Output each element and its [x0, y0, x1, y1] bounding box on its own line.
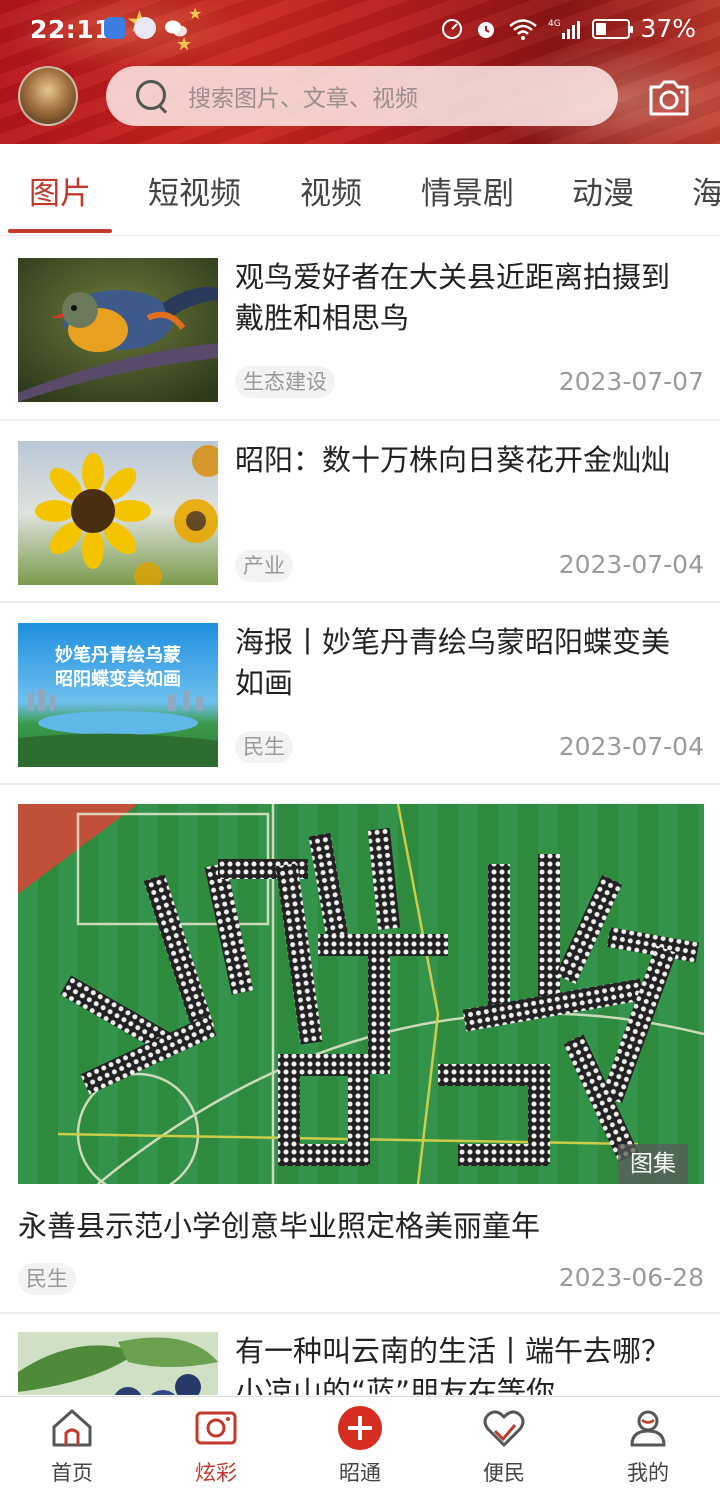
featured-image: 图集	[18, 804, 704, 1184]
article-thumbnail	[18, 1332, 218, 1395]
graduation-formation-photo	[18, 804, 704, 1184]
nav-mine[interactable]: 我的	[598, 1405, 698, 1495]
poster-text-line2: 昭阳蝶变美如画	[55, 668, 181, 690]
tab-animation[interactable]: 动漫	[572, 168, 634, 213]
plus-circle-icon	[338, 1406, 382, 1450]
article-title[interactable]: 观鸟爱好者在大关县近距离拍摄到戴胜和相思鸟	[235, 257, 695, 339]
avatar[interactable]	[18, 66, 78, 126]
battery-icon	[592, 18, 634, 39]
tab-video[interactable]: 视频	[300, 168, 362, 213]
status-right: 4G 37%	[440, 14, 696, 43]
featured-title[interactable]: 永善县示范小学创意毕业照定格美丽童年	[18, 1203, 540, 1245]
camera-frame-icon	[195, 1411, 237, 1445]
nav-gallery[interactable]: 炫彩	[166, 1405, 266, 1495]
search-icon	[134, 78, 170, 114]
tab-sitcom[interactable]: 情景剧	[421, 168, 514, 213]
poster-text-line1: 妙笔丹青绘乌蒙	[55, 644, 181, 666]
featured-date: 2023-06-28	[558, 1263, 704, 1292]
nav-label-mine: 我的	[627, 1461, 669, 1485]
category-tabs: 图片 短视频 视频 情景剧 动漫 海	[0, 144, 720, 236]
home-icon	[52, 1409, 92, 1447]
battery-percent: 37%	[640, 14, 696, 43]
bird-photo	[18, 258, 218, 402]
poster-image: 妙笔丹青绘乌蒙 昭阳蝶变美如画	[18, 623, 218, 767]
article-tag: 生态建设	[235, 366, 335, 398]
heart-hand-icon	[483, 1410, 525, 1447]
article-tag: 产业	[235, 550, 293, 582]
app-badge-icon	[134, 17, 156, 39]
tab-pictures[interactable]: 图片	[29, 168, 91, 213]
list-item[interactable]: 妙笔丹青绘乌蒙 昭阳蝶变美如画 海报丨妙笔丹青绘乌蒙昭阳蝶变美如画 民生 202…	[0, 603, 720, 785]
camera-icon[interactable]	[646, 74, 692, 120]
featured-gallery-item[interactable]: 图集 永善县示范小学创意毕业照定格美丽童年 民生 2023-06-28	[0, 804, 720, 1314]
bottom-navigation: 首页 炫彩 昭通 便民 我的	[0, 1396, 720, 1496]
gallery-badge: 图集	[618, 1144, 688, 1184]
article-date: 2023-07-04	[558, 550, 704, 579]
alarm-icon	[478, 21, 495, 38]
article-thumbnail	[18, 441, 218, 585]
active-tab-indicator	[8, 229, 112, 233]
article-title[interactable]: 昭阳：数十万株向日葵花开金灿灿	[235, 440, 695, 481]
news-feed[interactable]: 观鸟爱好者在大关县近距离拍摄到戴胜和相思鸟 生态建设 2023-07-07 昭阳…	[0, 237, 720, 1395]
article-date: 2023-07-04	[558, 732, 704, 761]
article-thumbnail: 妙笔丹青绘乌蒙 昭阳蝶变美如画	[18, 623, 218, 767]
status-bar: 22:11 4G 37%	[0, 0, 720, 60]
notification-icons	[104, 17, 187, 39]
nav-label-zhaotong: 昭通	[339, 1461, 381, 1485]
status-time: 22:11	[30, 15, 113, 44]
signal-icon: 4G	[548, 19, 581, 39]
search-placeholder: 搜索图片、文章、视频	[188, 86, 418, 112]
blueberry-photo	[18, 1332, 218, 1395]
wechat-icon	[164, 17, 187, 39]
article-thumbnail	[18, 258, 218, 402]
svg-text:4G: 4G	[548, 19, 561, 29]
article-title[interactable]: 海报丨妙笔丹青绘乌蒙昭阳蝶变美如画	[235, 622, 695, 704]
nav-home[interactable]: 首页	[22, 1405, 122, 1495]
article-date: 2023-07-07	[558, 367, 704, 396]
nav-services[interactable]: 便民	[454, 1405, 554, 1495]
speed-icon	[442, 18, 463, 39]
wifi-icon	[509, 18, 538, 40]
nav-zhaotong[interactable]: 昭通	[310, 1405, 410, 1495]
tab-short-video[interactable]: 短视频	[148, 168, 241, 213]
article-title[interactable]: 有一种叫云南的生活丨端午去哪？小凉山的“蓝”朋友在等你	[235, 1331, 695, 1395]
nav-label-home: 首页	[51, 1461, 93, 1485]
featured-tag: 民生	[18, 1263, 76, 1295]
user-icon	[630, 1410, 666, 1447]
list-item[interactable]: 有一种叫云南的生活丨端午去哪？小凉山的“蓝”朋友在等你	[0, 1314, 720, 1395]
search-bar[interactable]: 搜索图片、文章、视频	[106, 66, 618, 126]
list-item[interactable]: 观鸟爱好者在大关县近距离拍摄到戴胜和相思鸟 生态建设 2023-07-07	[0, 237, 720, 421]
header-banner: ★ ★ ★ 22:11 4G 37% 搜索图片、文章、视频	[0, 0, 720, 144]
tab-more-partial[interactable]: 海	[692, 168, 720, 213]
nav-label-gallery: 炫彩	[195, 1461, 237, 1485]
list-item[interactable]: 昭阳：数十万株向日葵花开金灿灿 产业 2023-07-04	[0, 421, 720, 603]
shield-app-icon	[104, 17, 126, 39]
sunflower-photo	[18, 441, 218, 585]
article-tag: 民生	[235, 731, 293, 763]
nav-label-services: 便民	[483, 1461, 525, 1485]
